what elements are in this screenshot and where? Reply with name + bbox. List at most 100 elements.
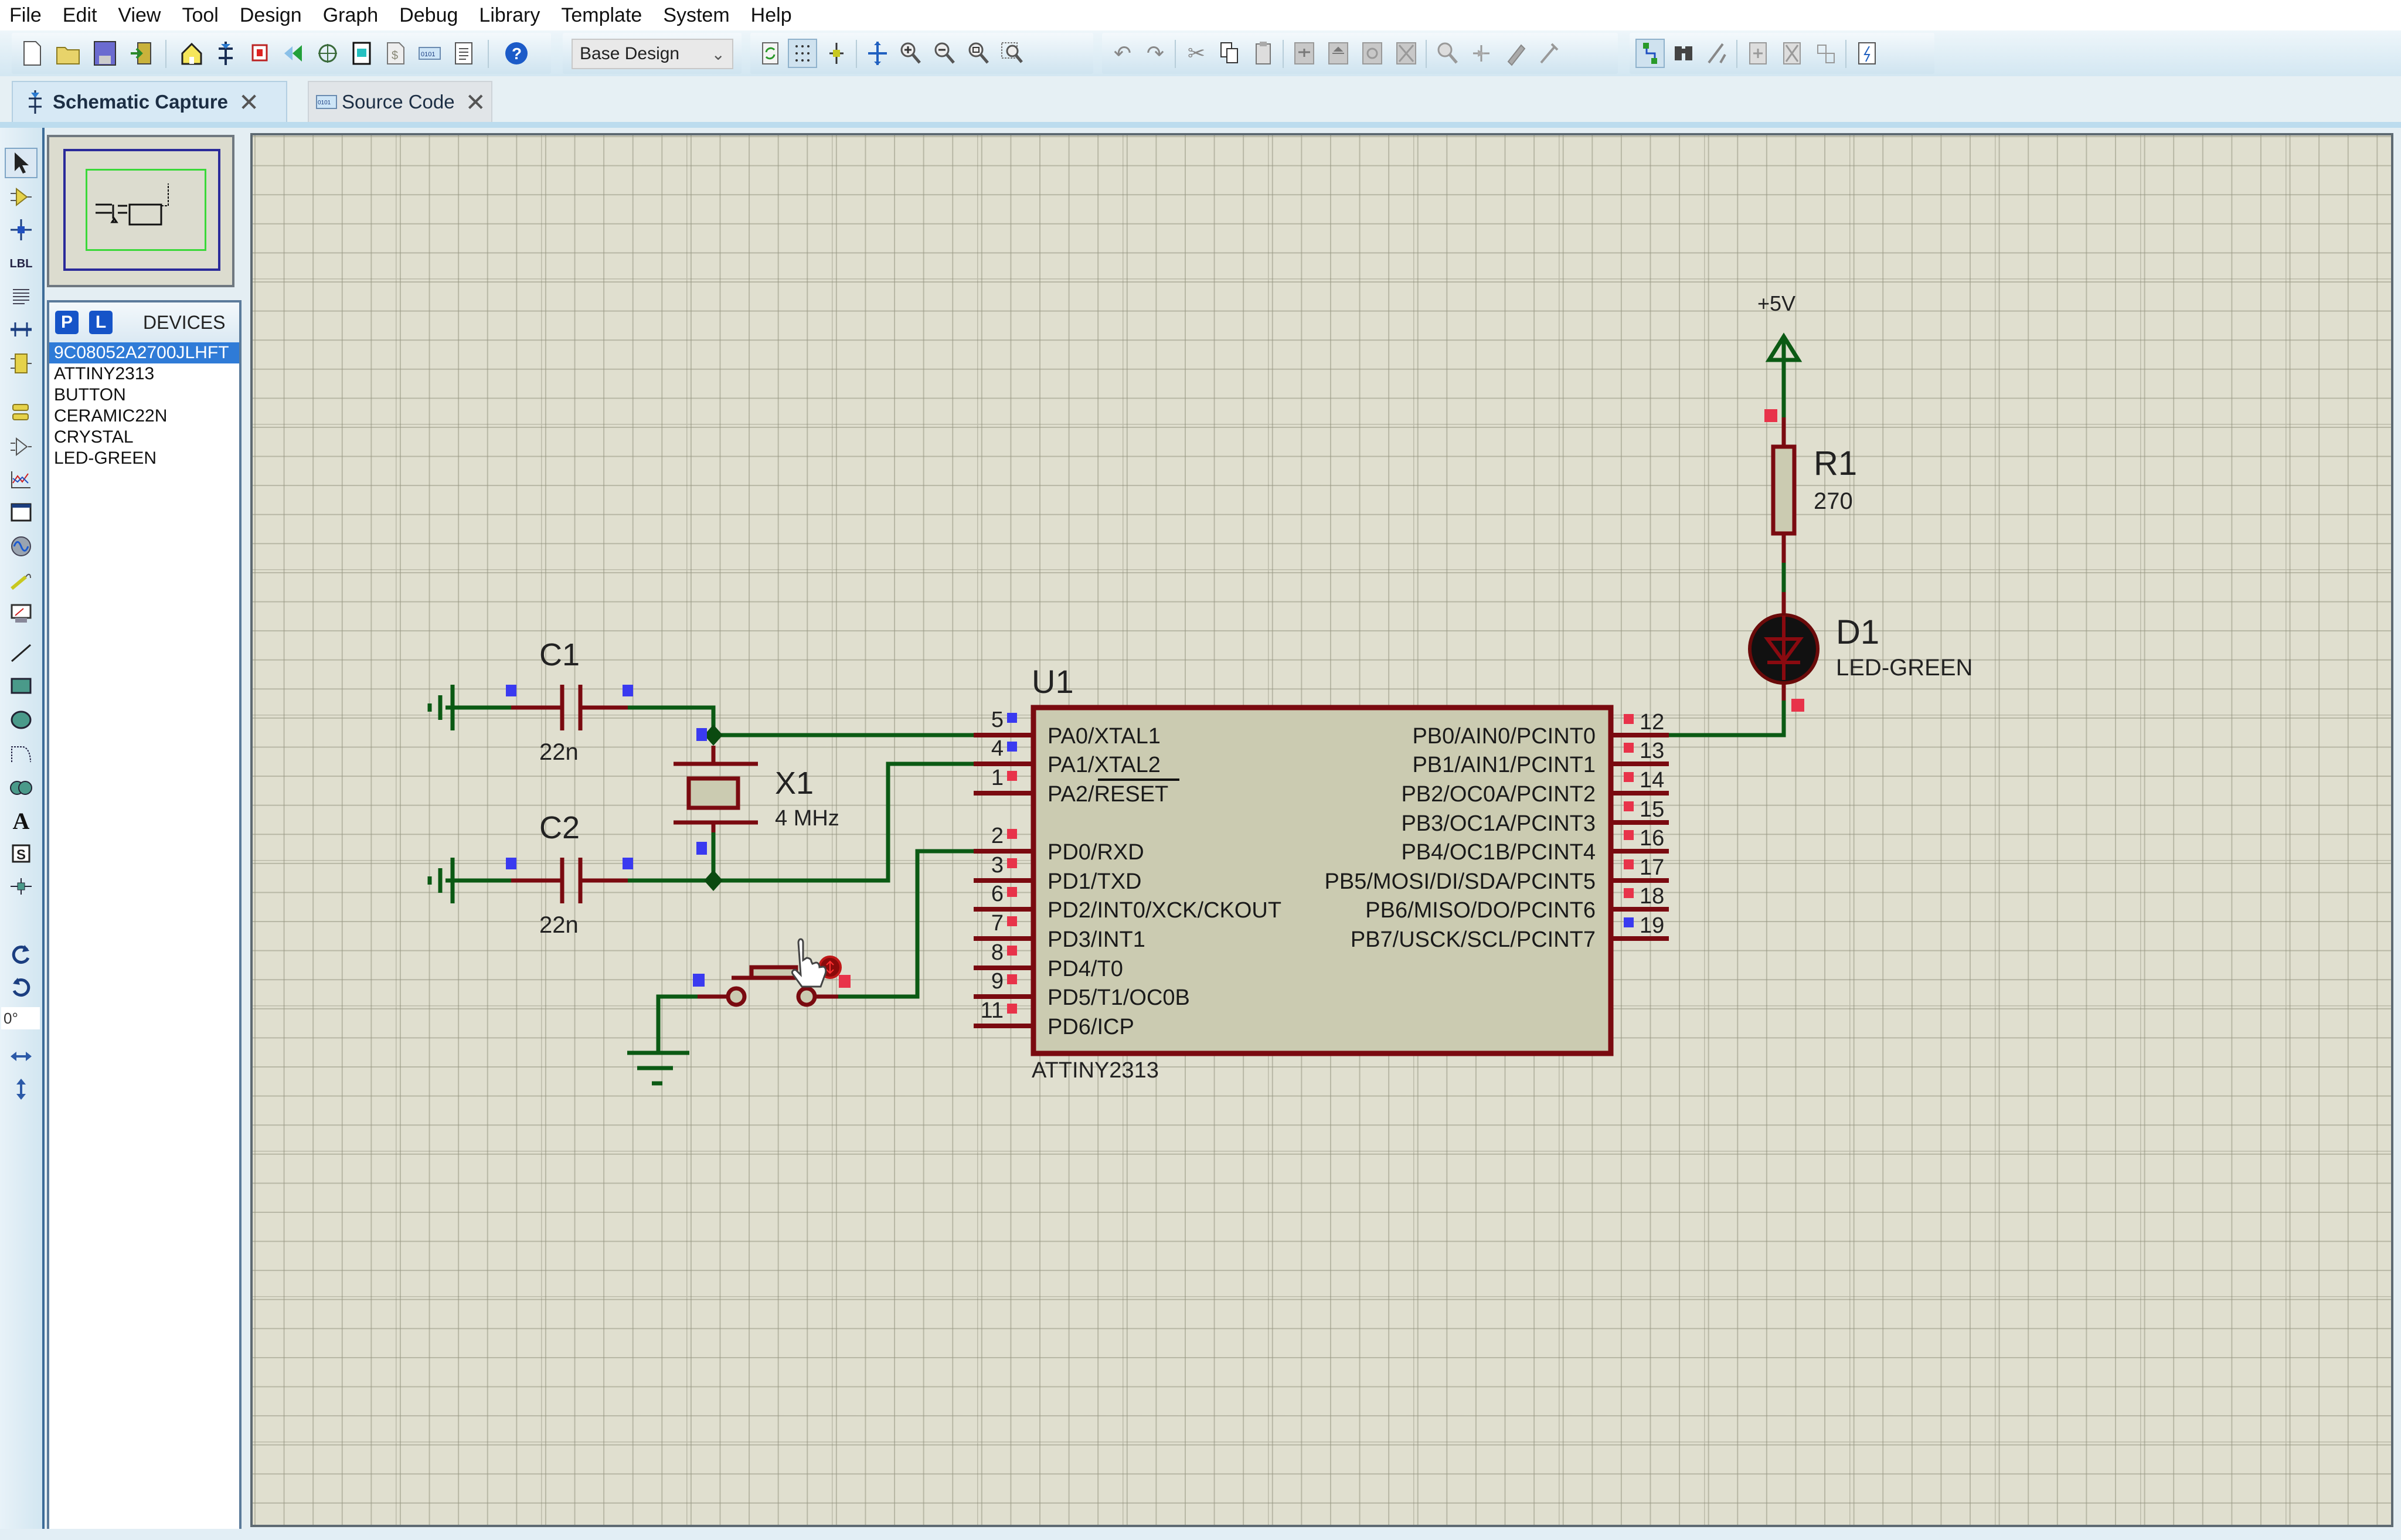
close-icon[interactable]: ✕ (465, 88, 486, 117)
save-icon[interactable] (90, 39, 120, 68)
home-icon[interactable] (177, 39, 206, 68)
menu-graph[interactable]: Graph (312, 0, 389, 30)
device-list-item[interactable]: 9C08052A2700JLHFT (49, 342, 239, 363)
new-sheet-icon[interactable] (1743, 39, 1773, 68)
voltage-probe-icon[interactable] (5, 565, 38, 596)
search-tag-icon[interactable] (1669, 39, 1699, 68)
subcircuit-icon[interactable] (5, 348, 38, 379)
junction-dot-icon[interactable] (5, 215, 38, 245)
selection-mode-icon[interactable] (5, 148, 38, 178)
refresh-icon[interactable] (756, 39, 785, 68)
buses-icon[interactable] (5, 314, 38, 345)
library-manager-button[interactable]: L (89, 311, 113, 334)
block-move-icon[interactable] (1324, 39, 1353, 68)
device-pins-icon[interactable] (5, 431, 38, 462)
line-tool-icon[interactable] (5, 638, 38, 668)
schematic-canvas[interactable] (250, 133, 2393, 1527)
pan-icon[interactable] (863, 39, 892, 68)
wire-autorouter-icon[interactable] (1635, 39, 1665, 68)
mirror-horizontal-icon[interactable] (5, 1041, 38, 1072)
make-device-icon[interactable] (1467, 39, 1496, 68)
overview-viewport[interactable] (86, 169, 206, 251)
device-list-item[interactable]: LED-GREEN (49, 448, 239, 469)
redo-icon[interactable]: ↷ (1141, 39, 1170, 68)
netlist-to-ares-icon[interactable] (1852, 39, 1882, 68)
path-tool-icon[interactable] (5, 773, 38, 803)
block-copy-icon[interactable] (1290, 39, 1319, 68)
rotate-anticlockwise-icon[interactable] (5, 972, 38, 1002)
decompose-icon[interactable] (1535, 39, 1564, 68)
3d-visualizer-icon[interactable] (279, 39, 308, 68)
design-explorer-icon[interactable]: $ (381, 39, 410, 68)
schematic-icon[interactable] (211, 39, 240, 68)
grid-icon[interactable] (788, 39, 817, 68)
menu-debug[interactable]: Debug (389, 0, 468, 30)
paste-icon[interactable] (1249, 39, 1278, 68)
circle-tool-icon[interactable] (5, 705, 38, 735)
tab-source-code[interactable]: 0101 Source Code ✕ (308, 81, 492, 122)
source-code-icon[interactable]: 0101 (415, 39, 444, 68)
zoom-all-icon[interactable] (964, 39, 993, 68)
copy-icon[interactable] (1215, 39, 1244, 68)
goto-sheet-icon[interactable] (1811, 39, 1841, 68)
origin-icon[interactable] (822, 39, 851, 68)
import-icon[interactable] (127, 39, 156, 68)
menu-template[interactable]: Template (550, 0, 652, 30)
zoom-in-icon[interactable] (896, 39, 925, 68)
wire-label-icon[interactable]: LBL (5, 249, 38, 279)
property-assignment-icon[interactable] (1702, 39, 1732, 68)
device-list-item[interactable]: CRYSTAL (49, 427, 239, 448)
text-tool-icon[interactable]: A (5, 805, 38, 836)
zoom-out-icon[interactable] (930, 39, 959, 68)
device-list-item[interactable]: BUTTON (49, 385, 239, 406)
menu-help[interactable]: Help (740, 0, 802, 30)
box-tool-icon[interactable] (5, 671, 38, 701)
graph-mode-icon[interactable] (5, 464, 38, 495)
pick-device-icon[interactable] (1433, 39, 1462, 68)
text-script-icon[interactable] (5, 281, 38, 312)
rotation-angle-field[interactable]: 0° (1, 1007, 40, 1029)
help-icon[interactable]: ? (502, 39, 531, 68)
bom-icon[interactable] (347, 39, 376, 68)
terminals-icon[interactable] (5, 397, 38, 428)
marker-tool-icon[interactable] (5, 871, 38, 902)
gerber-icon[interactable] (313, 39, 342, 68)
pick-devices-button[interactable]: P (55, 311, 79, 334)
packaging-tool-icon[interactable] (1501, 39, 1530, 68)
svg-text:0101: 0101 (318, 100, 331, 106)
device-list-item[interactable]: CERAMIC22N (49, 406, 239, 427)
new-file-icon[interactable] (18, 39, 47, 68)
menu-tool[interactable]: Tool (171, 0, 229, 30)
menu-edit[interactable]: Edit (52, 0, 108, 30)
menu-view[interactable]: View (107, 0, 171, 30)
cut-icon[interactable]: ✂ (1182, 39, 1211, 68)
toolbar-separator (1283, 40, 1284, 68)
tape-recorder-icon[interactable] (5, 497, 38, 528)
overview-window[interactable] (47, 135, 234, 287)
block-delete-icon[interactable] (1392, 39, 1421, 68)
close-icon[interactable]: ✕ (239, 88, 259, 117)
generator-icon[interactable] (5, 531, 38, 562)
rotate-clockwise-icon[interactable] (5, 939, 38, 970)
symbol-tool-icon[interactable]: S (5, 838, 38, 869)
pcb-icon[interactable] (245, 39, 274, 68)
remove-sheet-icon[interactable] (1777, 39, 1807, 68)
virtual-instrument-icon[interactable] (5, 598, 38, 628)
menu-system[interactable]: System (652, 0, 740, 30)
menu-library[interactable]: Library (468, 0, 550, 30)
zoom-area-icon[interactable] (998, 39, 1027, 68)
component-mode-icon[interactable] (5, 182, 38, 212)
block-rotate-icon[interactable] (1358, 39, 1387, 68)
toolbar-separator (488, 40, 489, 68)
tab-schematic-capture[interactable]: Schematic Capture ✕ (12, 81, 287, 122)
menu-design[interactable]: Design (229, 0, 312, 30)
arc-tool-icon[interactable] (5, 739, 38, 769)
toolbar-separator (856, 40, 857, 68)
notes-icon[interactable] (449, 39, 478, 68)
open-folder-icon[interactable] (54, 39, 83, 68)
undo-icon[interactable]: ↶ (1108, 39, 1137, 68)
mirror-vertical-icon[interactable] (5, 1074, 38, 1104)
design-variant-select[interactable]: Base Design ⌄ (572, 39, 733, 69)
device-list-item[interactable]: ATTINY2313 (49, 363, 239, 385)
menu-file[interactable]: File (0, 0, 52, 30)
